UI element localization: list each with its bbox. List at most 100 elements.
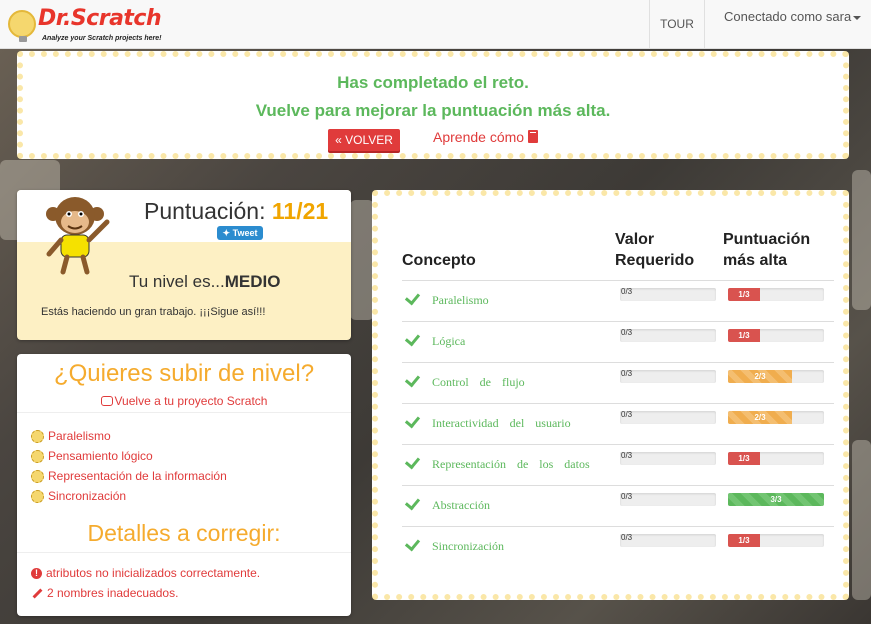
header-required-line2: Requerido (615, 252, 695, 269)
required-value-text: 0/3 (621, 492, 633, 501)
required-value-bar (620, 370, 716, 383)
lightbulb-icon (31, 429, 44, 443)
praise-text: Estás haciendo un gran trabajo. ¡¡¡Sigue… (41, 306, 266, 318)
banner-line-1: Has completado el reto. (337, 73, 529, 92)
concept-row: Lógica 0/3 1/3 (402, 321, 834, 363)
improve-item[interactable]: Pensamiento lógico (31, 446, 227, 466)
lightbulb-icon (8, 10, 36, 42)
concept-row: Representación de los datos 0/3 1/3 (402, 444, 834, 486)
check-icon (404, 494, 421, 511)
concept-name[interactable]: Control de flujo (432, 375, 525, 390)
header-required-line1: Valor (615, 231, 655, 248)
max-score-bar: 1/3 (728, 534, 824, 547)
check-icon (404, 453, 421, 470)
twitter-icon: ✦ (222, 228, 231, 238)
check-icon (404, 330, 421, 347)
concept-name[interactable]: Abstracción (432, 498, 490, 513)
concept-row: Interactividad del usuario 0/3 2/3 (402, 403, 834, 445)
required-value-bar (620, 288, 716, 301)
required-value-bar (620, 493, 716, 506)
fix-item[interactable]: 2 nombres inadecuados. (31, 586, 178, 600)
pencil-icon (32, 588, 43, 598)
fix-item-label: atributos no inicializados correctamente… (46, 566, 261, 580)
background-doodle (852, 440, 871, 600)
improve-list: Paralelismo Pensamiento lógico Represent… (31, 426, 227, 506)
fix-details-title: Detalles a corregir: (87, 520, 281, 546)
header-required: Valor Requerido (615, 229, 694, 271)
divider (17, 552, 351, 553)
improve-item[interactable]: Paralelismo (31, 426, 227, 446)
required-value-bar (620, 452, 716, 465)
tweet-button[interactable]: ✦ Tweet (217, 226, 263, 240)
level-value: MEDIO (224, 272, 281, 291)
user-menu-label: Conectado como sara (724, 9, 852, 24)
concept-row: Control de flujo 0/3 2/3 (402, 362, 834, 404)
banner-line-2: Vuelve para mejorar la puntuación más al… (255, 101, 611, 120)
max-score-fill: 1/3 (728, 288, 760, 301)
back-to-project-link[interactable]: Vuelve a tu proyecto Scratch (17, 394, 351, 408)
fix-item-label: 2 nombres inadecuados. (47, 586, 179, 600)
concept-row: Paralelismo 0/3 1/3 (402, 280, 834, 322)
improve-item-label: Paralelismo (48, 429, 111, 443)
logo-subtitle: Analyze your Scratch projects here! (42, 35, 162, 42)
required-value-bar (620, 411, 716, 424)
check-icon (404, 535, 421, 552)
book-icon (528, 130, 539, 143)
level-prefix: Tu nivel es... (129, 272, 225, 291)
max-score-fill: 1/3 (728, 329, 760, 342)
divider (17, 412, 351, 413)
max-score-bar: 1/3 (728, 329, 824, 342)
caret-down-icon (853, 15, 862, 20)
max-score-bar: 2/3 (728, 370, 824, 383)
concept-name[interactable]: Interactividad del usuario (432, 416, 571, 431)
required-value-text: 0/3 (621, 328, 633, 337)
challenge-banner: Has completado el reto. Vuelve para mejo… (17, 51, 849, 159)
improve-item[interactable]: Representación de la información (31, 466, 227, 486)
concept-row: Abstracción 0/3 3/3 (402, 485, 834, 527)
max-score-bar: 2/3 (728, 411, 824, 424)
fix-item[interactable]: ! atributos no inicializados correctament… (31, 566, 260, 580)
dr-scratch-logo[interactable]: Dr.Scratch Analyze your Scratch projects… (6, 4, 166, 46)
level-up-panel: ¿Quieres subir de nivel? Vuelve a tu pro… (17, 354, 351, 616)
monkey-mascot-icon (46, 197, 110, 275)
max-score-fill: 1/3 (728, 452, 760, 465)
score-panel: Puntuación: 11/21 ✦ Tweet Tu nivel es...… (17, 190, 351, 340)
exclamation-icon: ! (31, 567, 42, 579)
lightbulb-icon (31, 489, 44, 503)
max-score-fill: 1/3 (728, 534, 760, 547)
user-menu[interactable]: Conectado como sara (724, 9, 862, 24)
required-value-bar (620, 534, 716, 547)
header-concept: Concepto (402, 252, 476, 269)
required-value-text: 0/3 (621, 369, 633, 378)
max-score-fill: 3/3 (728, 493, 824, 506)
background-doodle (350, 200, 374, 320)
improve-item[interactable]: Sincronización (31, 486, 227, 506)
improve-item-label: Sincronización (48, 489, 127, 503)
learn-how-label: Aprende cómo (433, 129, 525, 145)
learn-how-link[interactable]: Aprende cómo (433, 129, 539, 145)
max-score-fill: 2/3 (728, 370, 793, 383)
tweet-label: Tweet (232, 228, 258, 238)
background-doodle (852, 170, 871, 310)
max-score-bar: 1/3 (728, 288, 824, 301)
max-score-fill: 2/3 (728, 411, 793, 424)
concept-row: Sincronización 0/3 1/3 (402, 526, 834, 568)
concept-name[interactable]: Lógica (432, 334, 465, 349)
header-max-line1: Puntuación (723, 231, 811, 248)
max-score-bar: 3/3 (728, 493, 824, 506)
max-score-bar: 1/3 (728, 452, 824, 465)
score-title: Puntuación: 11/21 (144, 198, 328, 225)
concept-name[interactable]: Sincronización (432, 539, 504, 554)
required-value-text: 0/3 (621, 451, 633, 460)
required-value-text: 0/3 (621, 533, 633, 542)
back-button[interactable]: « VOLVER (328, 129, 400, 151)
logo-title: Dr.Scratch (38, 6, 162, 31)
level-text: Tu nivel es...MEDIO (129, 272, 280, 292)
concept-name[interactable]: Paralelismo (432, 293, 489, 308)
concepts-panel: Concepto Valor Requerido Puntuación más … (372, 190, 849, 600)
lightbulb-icon (31, 469, 44, 483)
tour-button[interactable]: TOUR (649, 0, 705, 48)
concept-name[interactable]: Representación de los datos (432, 457, 590, 472)
required-value-text: 0/3 (621, 410, 633, 419)
score-value: 11/21 (271, 198, 329, 224)
